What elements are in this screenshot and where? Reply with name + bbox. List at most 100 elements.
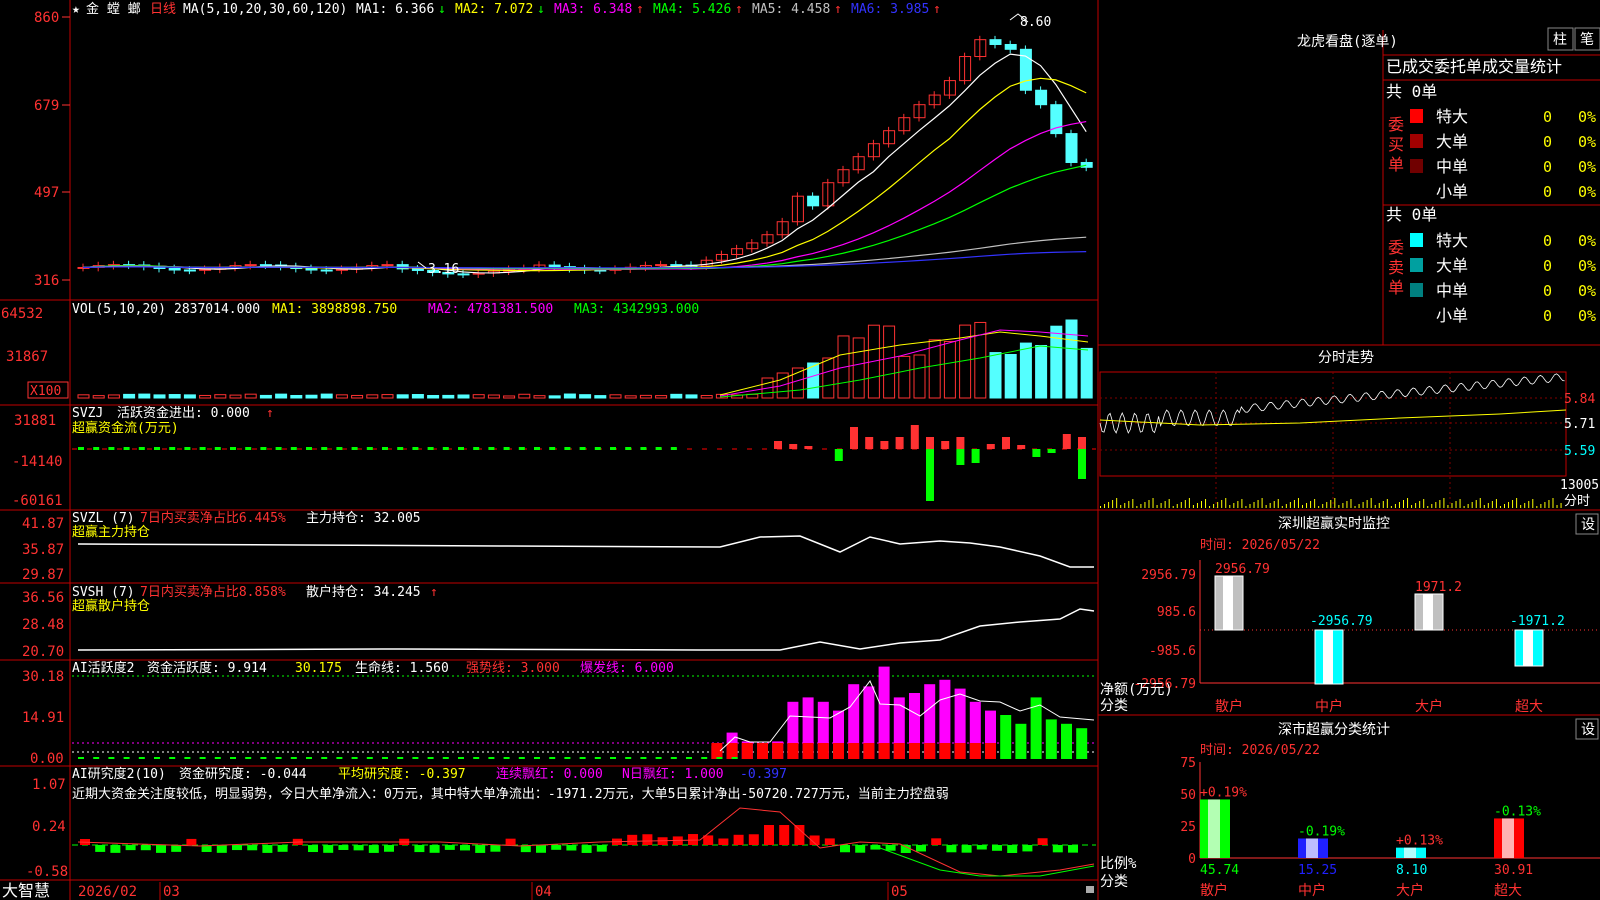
svzj-chart[interactable] xyxy=(72,425,1096,501)
monitor-settings-label: 设 xyxy=(1581,517,1595,533)
volume-bar xyxy=(336,395,347,398)
ma2-label: MA2: 7.072 xyxy=(455,2,533,17)
svzj-bar xyxy=(169,447,175,450)
svsh-axis-top: 36.56 xyxy=(22,590,64,606)
svsh-chart[interactable] xyxy=(78,609,1094,650)
svzj-bar xyxy=(139,447,145,450)
intraday-vol-bar xyxy=(1427,506,1428,508)
svzj-bar xyxy=(184,447,190,450)
ai2-axis-mid: 0.24 xyxy=(32,819,66,835)
intraday-vol-bar xyxy=(1456,501,1457,508)
volume-bar xyxy=(488,395,499,398)
volume-bar xyxy=(458,395,469,398)
volume-bar xyxy=(382,395,393,398)
dragon-row-name: 小单 xyxy=(1436,306,1468,325)
ai1-bar-base xyxy=(970,743,981,759)
svzj-bar xyxy=(245,447,251,450)
ai1-axis-mid: 14.91 xyxy=(22,710,64,726)
volume-bar xyxy=(139,394,150,398)
ai1-bar xyxy=(382,757,388,759)
intraday-vol-bar xyxy=(1520,505,1521,508)
svzj-bar xyxy=(473,447,479,450)
volume-bar xyxy=(1066,320,1077,398)
intraday-vol-axis: 13005 xyxy=(1560,478,1599,493)
intraday-vol-bar xyxy=(1112,500,1113,508)
volume-bar xyxy=(656,396,667,398)
date-label-2: 03 xyxy=(163,884,180,900)
intraday-vol-bar xyxy=(1472,502,1473,508)
svzj-bar xyxy=(1078,449,1086,479)
svzj-bar xyxy=(610,447,616,450)
ai-research-chart[interactable] xyxy=(72,808,1096,876)
legend-swatch xyxy=(1410,134,1423,148)
ai-activity-chart[interactable] xyxy=(72,667,1096,759)
volume-bar xyxy=(929,340,940,398)
intraday-vol-bar xyxy=(1536,506,1537,508)
lock-icon[interactable] xyxy=(1086,886,1094,893)
ai1-bar xyxy=(580,757,586,759)
candle xyxy=(1005,44,1016,49)
intraday-vol-bar xyxy=(1346,501,1347,508)
ai2-bar xyxy=(430,845,440,853)
intraday-vol-bar xyxy=(1229,505,1230,508)
candle xyxy=(671,265,682,266)
dragon-row-count: 0 xyxy=(1543,133,1552,151)
vol-value: 2837014.000 xyxy=(174,302,260,317)
ai2-bar xyxy=(1068,845,1078,853)
svzj-bar xyxy=(656,447,662,450)
ma6-arrow: ↑ xyxy=(933,2,941,17)
ai2-bar xyxy=(460,845,470,850)
ai1-bar xyxy=(595,757,601,759)
svzj-bar xyxy=(789,444,797,449)
ai2-bar xyxy=(764,825,774,845)
class-category: 中户 xyxy=(1298,882,1326,899)
ai2-bar xyxy=(931,838,941,845)
svzj-bar xyxy=(1048,449,1056,453)
volume-chart[interactable] xyxy=(78,320,1092,398)
intraday-vol-bar xyxy=(1330,500,1331,508)
intraday-panel[interactable]: 分时走势 5.84 5.71 5.59 13005 分时 xyxy=(1100,350,1599,509)
ai2-axis-low: -0.58 xyxy=(26,864,68,880)
class-chart: 75 50 25 0 +0.19% 45.74 散户 -0.19% 15.25 中户 +0.13% 8… xyxy=(1180,756,1600,899)
ma3-label: MA3: 6.348 xyxy=(554,2,632,17)
price-axis-label: 679 xyxy=(34,98,59,114)
ai1-bar xyxy=(610,757,616,759)
svzl-chart[interactable] xyxy=(78,536,1094,567)
intraday-vol-bar xyxy=(1136,506,1137,508)
class-bar-highlight xyxy=(1404,848,1416,858)
intraday-vol-bar xyxy=(1496,499,1497,508)
high-mark: 8.60 xyxy=(1020,15,1051,30)
intraday-vol-bar xyxy=(1419,501,1420,508)
intraday-vol-bar xyxy=(1249,504,1250,508)
class-delta-label: -0.13% xyxy=(1494,804,1541,819)
monitor-category: 散户 xyxy=(1215,698,1243,715)
ai1-bar xyxy=(671,757,677,759)
class-axis-label: 25 xyxy=(1180,820,1196,835)
intraday-vol-bar xyxy=(1205,499,1206,508)
svsh-arrow: ↑ xyxy=(430,585,438,600)
ai1-bar xyxy=(640,757,646,759)
intraday-vol-bar xyxy=(1157,505,1158,508)
ai2-d: N日飘红: 1.000 xyxy=(622,766,724,782)
period-label: 日线 xyxy=(150,2,176,17)
monitor-time: 时间: 2026/05/22 xyxy=(1200,538,1320,553)
intraday-vol-bar xyxy=(1241,499,1242,508)
dragon-row-name: 特大 xyxy=(1436,231,1468,250)
ma6-label: MA6: 3.985 xyxy=(851,2,929,17)
ai1-e: 爆发线: 6.000 xyxy=(580,660,674,676)
svzj-sub: 超赢资金流(万元) xyxy=(72,420,179,436)
svzj-bar xyxy=(504,447,510,450)
ai2-axis-top: 1.07 xyxy=(32,777,66,793)
ai1-bar xyxy=(260,757,266,759)
intraday-vol-bar xyxy=(1367,500,1368,508)
intraday-vol-bar xyxy=(1278,499,1279,508)
ai2-bar xyxy=(141,845,151,850)
ai1-title: AI活跃度2 xyxy=(72,660,134,676)
ai1-b: 30.175 xyxy=(295,661,342,676)
svzj-bar xyxy=(774,441,782,449)
dragon-tabs: 已成交委托单成交量统计 xyxy=(1386,57,1562,76)
intraday-vol-bar xyxy=(1460,499,1461,508)
ai1-bar xyxy=(701,757,707,759)
price-chart[interactable] xyxy=(78,14,1092,278)
intraday-vol-bar xyxy=(1148,500,1149,508)
